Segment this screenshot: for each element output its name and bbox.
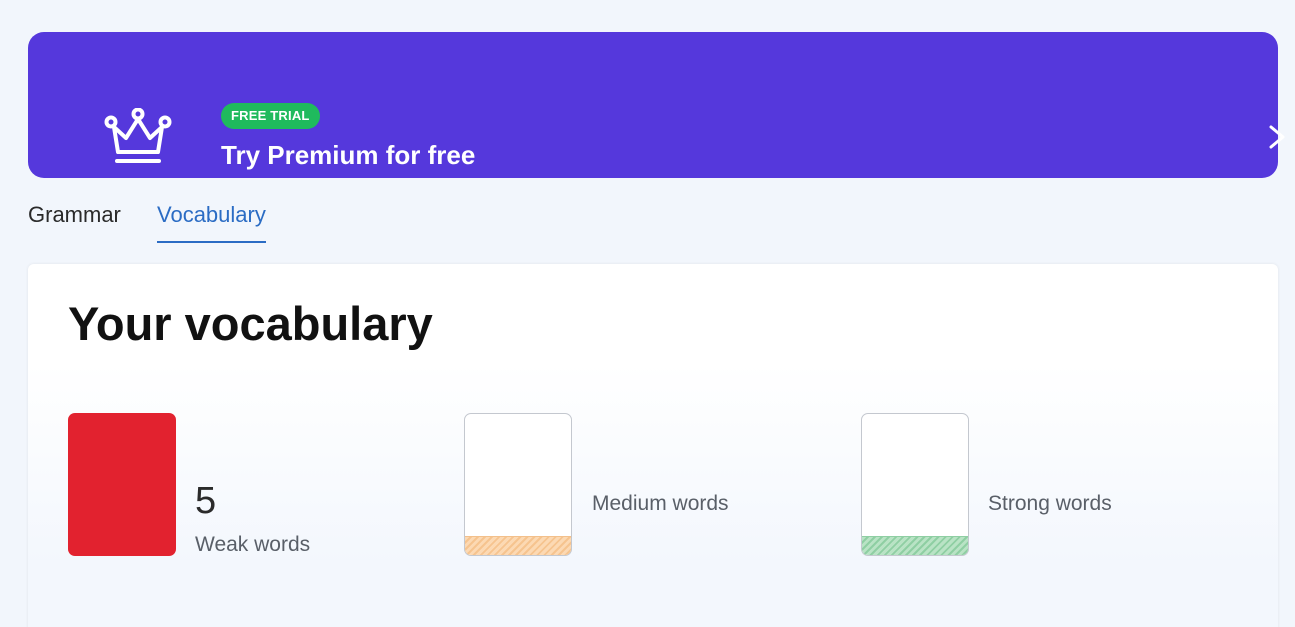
weak-words-card [68, 413, 176, 556]
banner-title: Try Premium for free [221, 140, 476, 170]
page-title: Your vocabulary [68, 297, 433, 350]
vocabulary-card: Your vocabulary 5 Weak words Medium word… [28, 264, 1278, 627]
strong-words-label: Strong words [988, 492, 1112, 515]
free-trial-badge: FREE TRIAL [221, 103, 320, 129]
tab-vocabulary[interactable]: Vocabulary [157, 200, 266, 244]
tab-grammar[interactable]: Grammar [28, 200, 121, 244]
strong-words-level [862, 536, 968, 555]
premium-banner[interactable]: FREE TRIAL Try Premium for free [28, 32, 1285, 178]
medium-words-label: Medium words [592, 492, 729, 515]
page: FREE TRIAL Try Premium for free Grammar … [0, 0, 1295, 627]
weak-words-count: 5 [195, 480, 217, 522]
strong-words-card [861, 413, 969, 556]
weak-words-label: Weak words [195, 533, 311, 556]
chevron-right-icon[interactable] [1266, 124, 1288, 150]
medium-words-card [464, 413, 572, 556]
crown-icon [104, 108, 172, 163]
medium-words-level [465, 536, 571, 555]
